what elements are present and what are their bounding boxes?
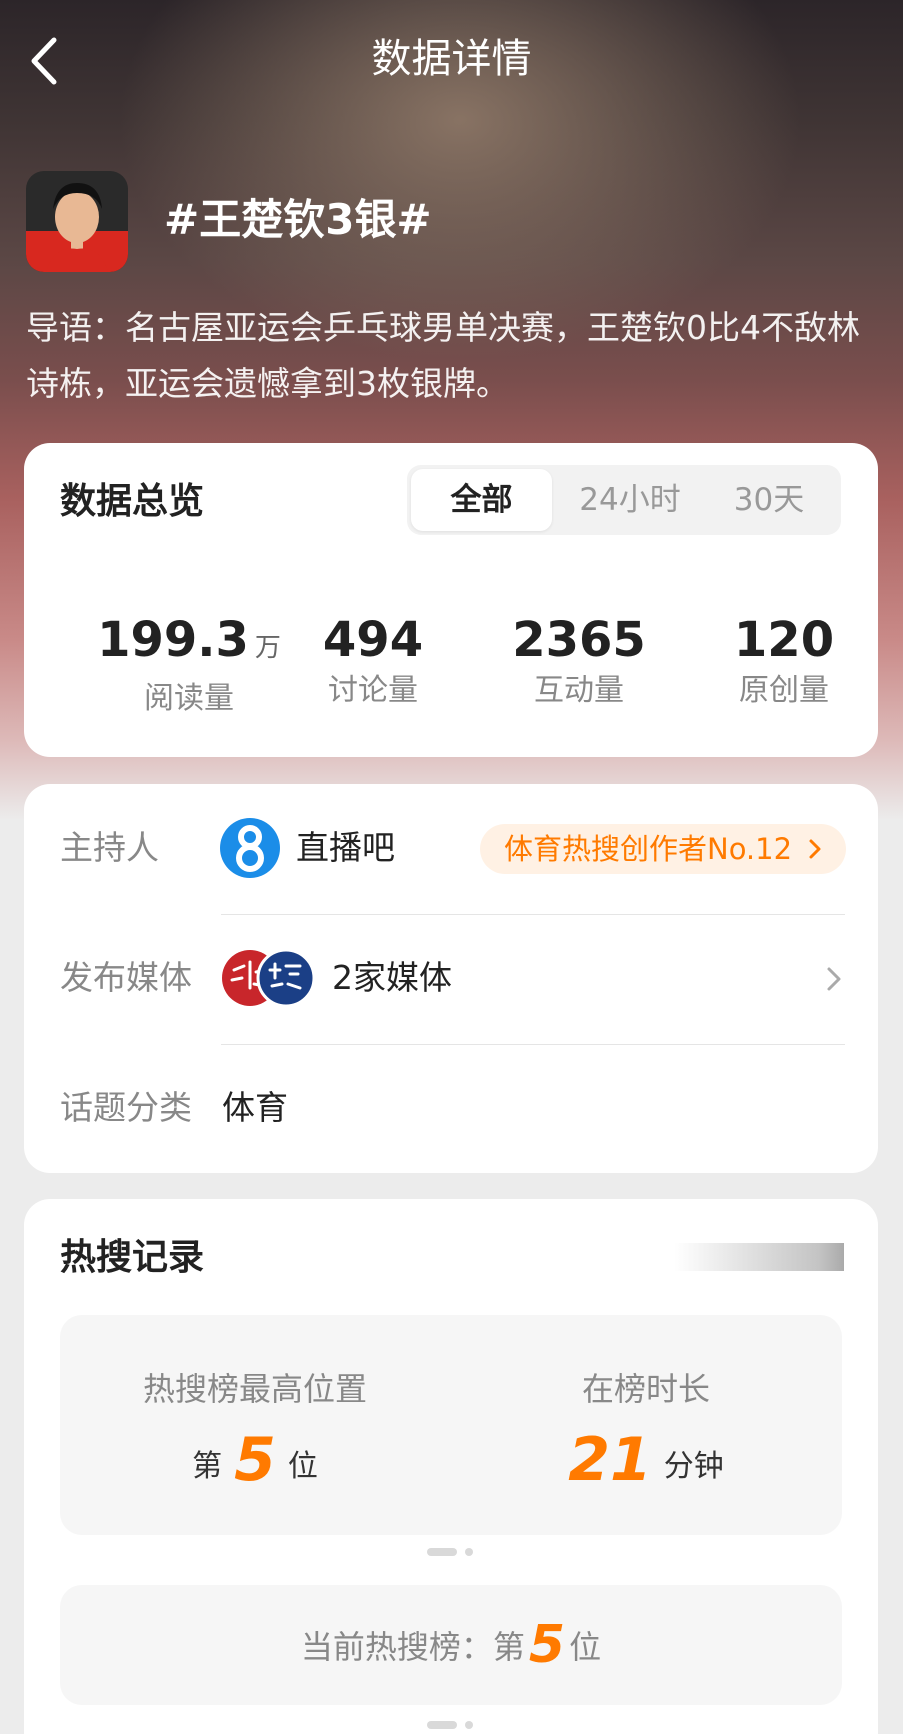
host-logo-icon[interactable]	[220, 818, 280, 878]
highest-position-value: 第5位	[192, 1425, 318, 1495]
overview-title: 数据总览	[60, 481, 205, 522]
divider	[221, 914, 845, 915]
records-card: 热搜记录 热搜榜最高位置 在榜时长 第5位 21 分钟 当前热搜榜：第5 位	[24, 1199, 878, 1734]
current-rank-number: 5	[528, 1615, 566, 1675]
current-rank-label: 当前热搜榜：第	[300, 1628, 525, 1666]
highest-position-label: 热搜榜最高位置	[142, 1370, 367, 1408]
stat-originals-value: 120	[733, 612, 835, 668]
highest-position-number: 5	[234, 1425, 276, 1495]
host-name[interactable]: 直播吧	[296, 826, 395, 870]
records-title: 热搜记录	[60, 1237, 205, 1278]
stat-reads: 199.3 万 阅读量	[84, 611, 294, 719]
pager-dots	[427, 1721, 487, 1729]
chevron-right-icon[interactable]	[826, 966, 842, 992]
media-label: 发布媒体	[60, 958, 192, 997]
time-range-tabs: 全部 24小时 30天	[407, 465, 841, 535]
host-rank-badge-text: 体育热搜创作者No.12	[504, 832, 793, 866]
category-value: 体育	[222, 1088, 288, 1127]
topic-intro: 导语：名古屋亚运会乒乓球男单决赛，王楚钦0比4不敌林诗栋，亚运会遗憾拿到3枚银牌…	[26, 308, 860, 403]
media-count[interactable]: 2家媒体	[332, 956, 452, 1000]
page-title: 数据详情	[371, 36, 532, 82]
pager-dots	[427, 1548, 487, 1556]
duration-number: 21	[568, 1425, 652, 1495]
stat-reads-label: 阅读量	[144, 681, 234, 716]
tab-all[interactable]: 全部	[411, 469, 552, 531]
host-rank-badge[interactable]: 体育热搜创作者No.12	[480, 824, 846, 874]
host-label: 主持人	[60, 828, 159, 867]
tab-24h[interactable]: 24小时	[557, 465, 703, 535]
stat-interactions: 2365 互动量	[474, 611, 684, 711]
info-card: 主持人 直播吧 体育热搜创作者No.12 发布媒体 2家媒体 话题分类 体育	[24, 784, 878, 1173]
category-label: 话题分类	[60, 1088, 192, 1127]
stat-originals: 120 原创量	[679, 611, 889, 711]
media-avatars-icon[interactable]	[220, 948, 316, 1008]
duration-value: 21 分钟	[568, 1425, 724, 1495]
topic-title: #王楚钦3银#	[164, 195, 432, 244]
current-rank: 当前热搜榜：第5 位	[300, 1615, 602, 1675]
stat-interactions-value: 2365	[512, 612, 646, 668]
stat-interactions-label: 互动量	[534, 673, 624, 708]
current-rank-box: 当前热搜榜：第5 位	[60, 1585, 842, 1705]
stat-discussions: 494 讨论量	[268, 611, 478, 711]
records-summary: 热搜榜最高位置 在榜时长 第5位 21 分钟	[60, 1315, 842, 1535]
stat-originals-label: 原创量	[739, 673, 829, 708]
topic-avatar	[26, 171, 128, 272]
stat-discussions-label: 讨论量	[328, 673, 418, 708]
chevron-right-icon	[809, 839, 821, 859]
tab-30d[interactable]: 30天	[697, 465, 841, 535]
stat-discussions-value: 494	[322, 612, 424, 668]
duration-label: 在榜时长	[581, 1370, 710, 1408]
divider	[221, 1044, 845, 1045]
records-more-indicator[interactable]	[674, 1243, 844, 1271]
stat-reads-value: 199.3	[97, 612, 249, 668]
overview-card: 数据总览 全部 24小时 30天 199.3 万 阅读量 494 讨论量 2365…	[24, 443, 878, 757]
